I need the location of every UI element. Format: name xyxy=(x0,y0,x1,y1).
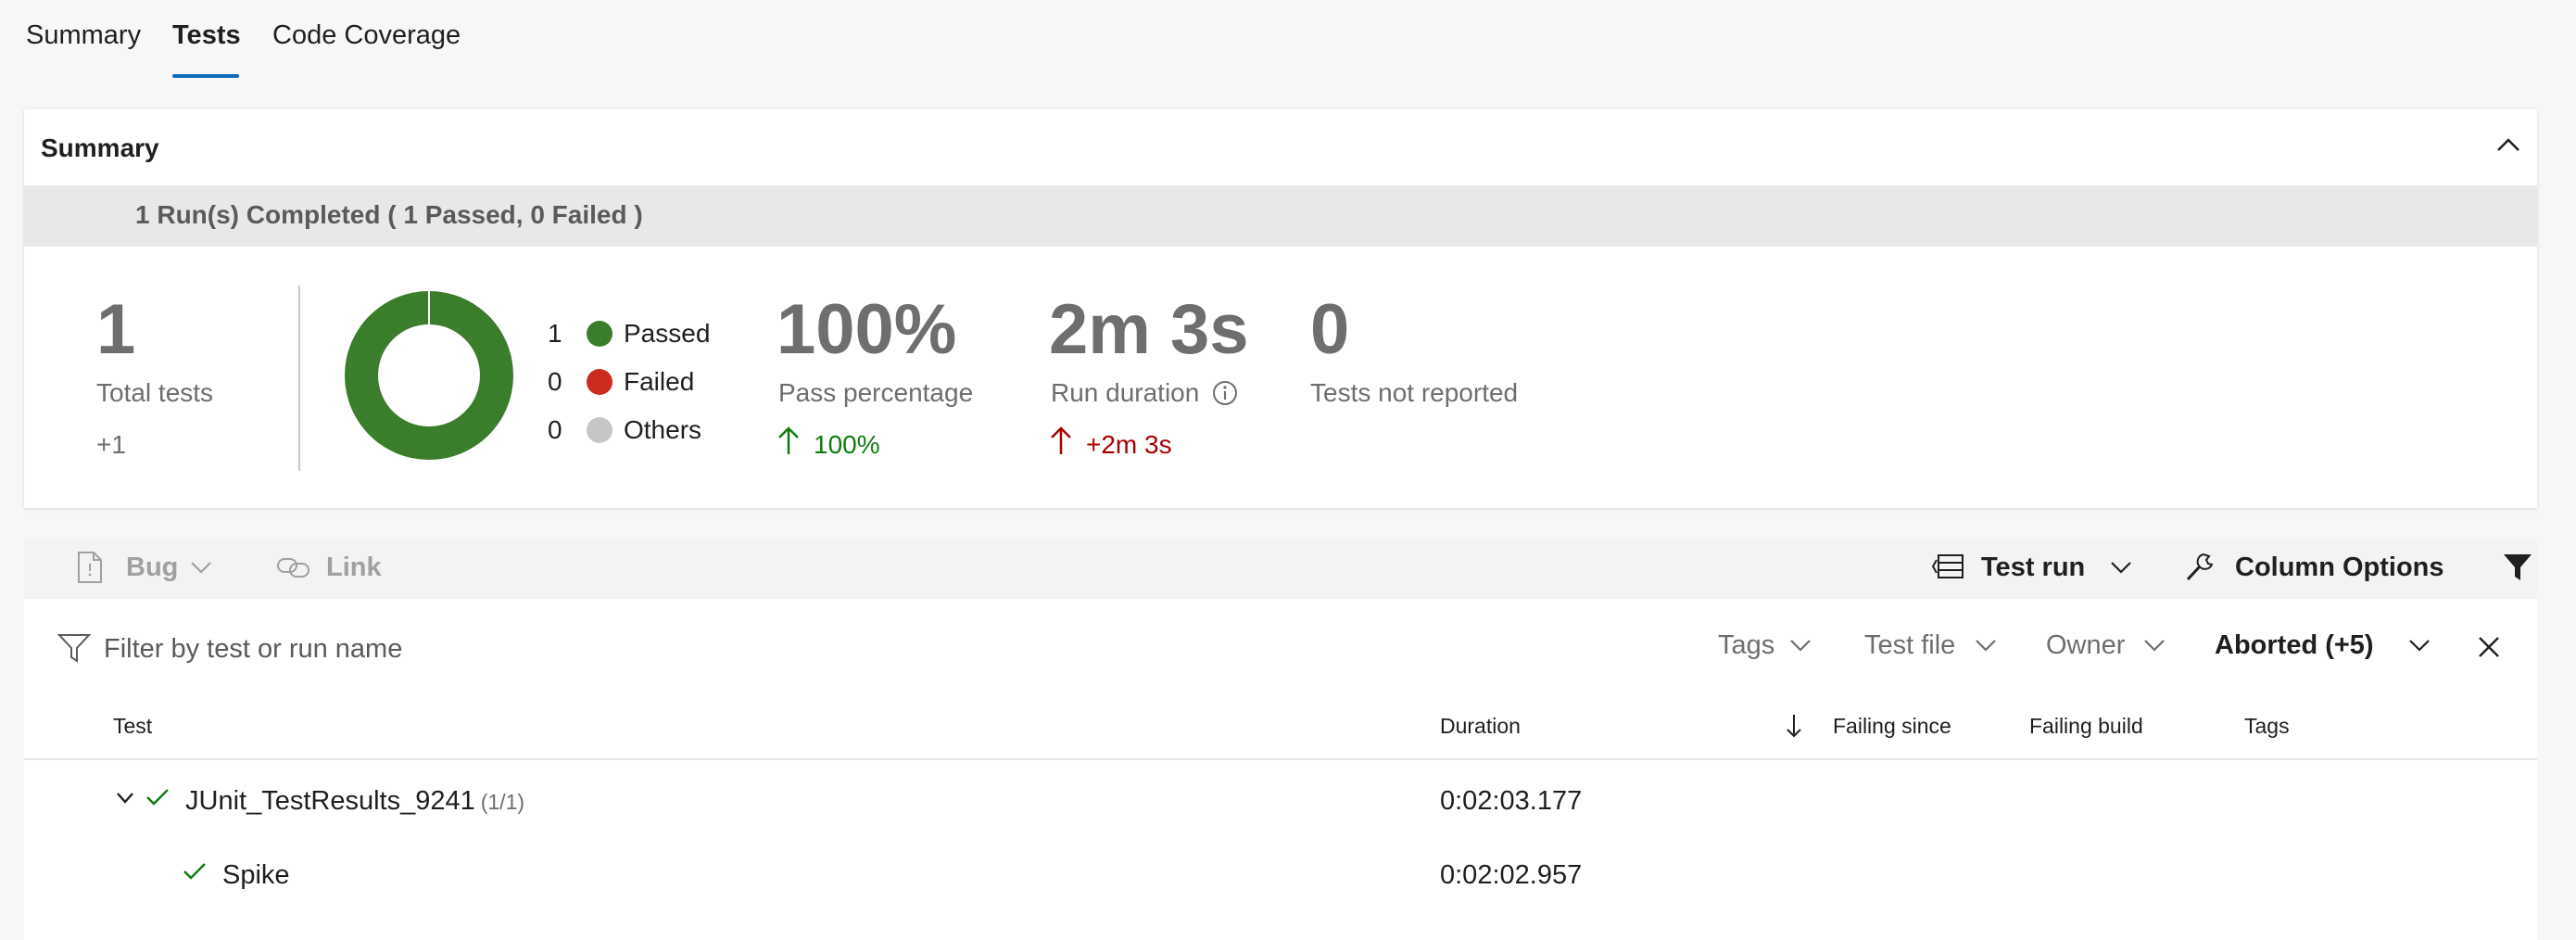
run-duration-label: Run duration xyxy=(1051,378,1200,407)
legend-others-count: 0 xyxy=(548,415,562,444)
legend-failed-label: Failed xyxy=(624,367,695,396)
pass-percentage-delta: 100% xyxy=(814,430,880,459)
filter-funnel-icon[interactable] xyxy=(2502,553,2533,582)
header-divider xyxy=(24,758,2537,760)
results-table-card: Filter by test or run name Tags Test fil… xyxy=(24,599,2537,940)
column-header-test[interactable]: Test xyxy=(113,714,152,739)
legend-passed-count: 1 xyxy=(548,319,562,348)
passed-dot-icon xyxy=(587,321,612,347)
results-toolbar: Bug Link Test run Column Options xyxy=(24,538,2537,599)
run-duration-value: 2m 3s xyxy=(1049,290,1249,369)
legend-passed-label: Passed xyxy=(624,319,711,348)
filter-input[interactable]: Filter by test or run name xyxy=(104,634,402,665)
chevron-down-icon[interactable] xyxy=(2142,636,2166,654)
not-reported-label: Tests not reported xyxy=(1310,378,1519,407)
pass-percentage-label: Pass percentage xyxy=(778,378,974,407)
check-icon xyxy=(183,863,206,880)
bug-button[interactable]: Bug xyxy=(126,553,178,583)
chevron-up-icon[interactable] xyxy=(2493,130,2524,161)
arrow-up-red-icon xyxy=(1051,426,1071,454)
group-row-name[interactable]: JUnit_TestResults_9241 (1/1) xyxy=(185,786,524,817)
test-row-name[interactable]: Spike xyxy=(222,860,290,891)
arrow-up-green-icon xyxy=(778,426,799,454)
run-completion-text: 1 Run(s) Completed ( 1 Passed, 0 Failed … xyxy=(135,200,643,229)
link-button[interactable]: Link xyxy=(326,553,382,583)
run-count: (1/1) xyxy=(480,790,525,814)
divider xyxy=(298,286,300,471)
group-row-duration: 0:02:03.177 xyxy=(1440,786,1583,816)
chevron-down-icon[interactable] xyxy=(2109,558,2133,577)
legend-others-label: Others xyxy=(624,415,702,444)
bug-file-icon xyxy=(78,552,102,583)
others-dot-icon xyxy=(587,417,612,443)
expand-chevron-icon[interactable] xyxy=(115,790,135,807)
test-row-duration: 0:02:02.957 xyxy=(1440,860,1583,890)
wrench-icon xyxy=(2186,553,2214,581)
test-file-filter[interactable]: Test file xyxy=(1864,630,1955,661)
tags-filter[interactable]: Tags xyxy=(1718,630,1774,661)
legend-failed-count: 0 xyxy=(548,367,562,396)
column-header-tags[interactable]: Tags xyxy=(2244,714,2290,739)
filter-icon xyxy=(57,634,91,663)
outcome-filter[interactable]: Aborted (+5) xyxy=(2215,630,2374,661)
close-icon[interactable] xyxy=(2476,634,2502,660)
chevron-down-icon[interactable] xyxy=(1788,636,1812,654)
failed-dot-icon xyxy=(587,369,612,395)
chevron-down-icon[interactable] xyxy=(1974,636,1998,654)
info-icon[interactable] xyxy=(1212,380,1238,406)
total-tests-label: Total tests xyxy=(96,378,214,407)
sort-descending-icon[interactable] xyxy=(1785,712,1803,740)
owner-filter[interactable]: Owner xyxy=(2046,630,2125,661)
tab-summary[interactable]: Summary xyxy=(26,20,141,51)
check-icon xyxy=(146,789,169,806)
column-header-failing-build[interactable]: Failing build xyxy=(2029,714,2143,739)
group-by-icon xyxy=(1931,554,1964,578)
pass-percentage-value: 100% xyxy=(777,290,957,369)
column-header-failing-since[interactable]: Failing since xyxy=(1833,714,1951,739)
run-completion-banner: 1 Run(s) Completed ( 1 Passed, 0 Failed … xyxy=(24,185,2537,247)
tab-code-coverage[interactable]: Code Coverage xyxy=(272,20,461,51)
run-name: JUnit_TestResults_9241 xyxy=(185,786,475,816)
column-header-duration[interactable]: Duration xyxy=(1440,714,1521,739)
active-tab-indicator xyxy=(172,74,239,78)
column-options-button[interactable]: Column Options xyxy=(2235,553,2444,583)
run-duration-delta: +2m 3s xyxy=(1086,430,1172,459)
group-by-dropdown[interactable]: Test run xyxy=(1981,553,2085,583)
not-reported-value: 0 xyxy=(1310,290,1350,369)
tab-tests[interactable]: Tests xyxy=(172,20,241,51)
outcome-donut-chart xyxy=(345,291,513,460)
summary-card: Summary 1 Run(s) Completed ( 1 Passed, 0… xyxy=(24,109,2537,508)
chevron-down-icon[interactable] xyxy=(2407,636,2431,654)
total-tests-value: 1 xyxy=(96,290,136,369)
chevron-down-icon[interactable] xyxy=(189,558,213,577)
total-tests-delta: +1 xyxy=(96,430,126,459)
link-icon xyxy=(277,558,309,578)
summary-title: Summary xyxy=(41,133,159,162)
